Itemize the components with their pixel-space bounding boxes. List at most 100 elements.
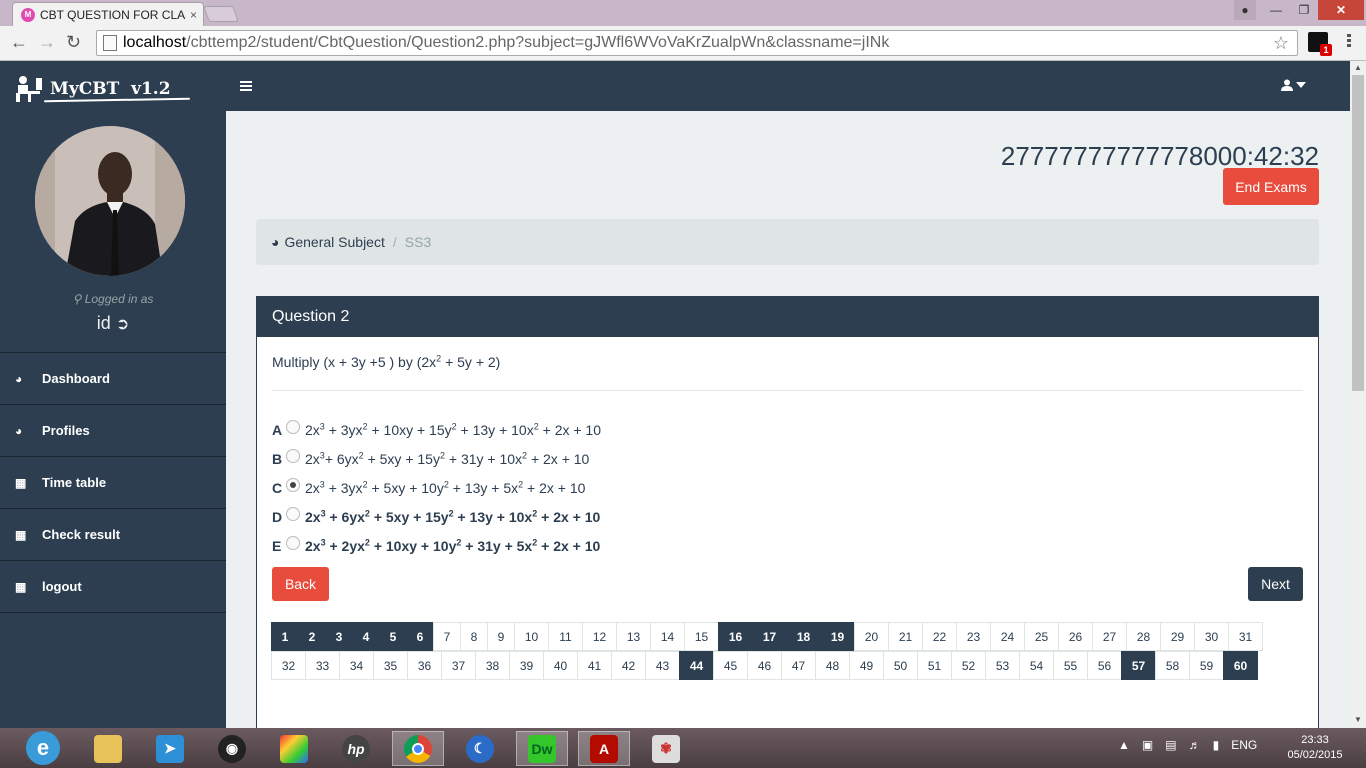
- page-link-5[interactable]: 5: [379, 622, 407, 651]
- sidebar-item-profiles[interactable]: ◕ Profiles: [0, 405, 226, 457]
- sidebar-item-dashboard[interactable]: ◕ Dashboard: [0, 353, 226, 405]
- bookmark-star-icon[interactable]: ☆: [1273, 33, 1289, 54]
- option-d[interactable]: D 2x3 + 6yx2 + 5xy + 15y2 + 13y + 10x2 + …: [272, 502, 601, 531]
- page-link-28[interactable]: 28: [1126, 622, 1161, 651]
- page-link-13[interactable]: 13: [616, 622, 651, 651]
- scroll-up-icon[interactable]: ▲: [1354, 63, 1362, 72]
- option-a[interactable]: A 2x3 + 3yx2 + 10xy + 15y2 + 13y + 10x2 +…: [272, 415, 601, 444]
- taskbar-hp[interactable]: hp: [330, 731, 382, 766]
- end-exams-button[interactable]: End Exams: [1223, 168, 1319, 205]
- page-link-40[interactable]: 40: [543, 651, 578, 680]
- page-link-21[interactable]: 21: [888, 622, 923, 651]
- page-link-7[interactable]: 7: [433, 622, 461, 651]
- page-scrollbar[interactable]: ▲ ▼: [1350, 61, 1366, 728]
- page-link-46[interactable]: 46: [747, 651, 782, 680]
- page-link-18[interactable]: 18: [786, 622, 821, 651]
- page-link-3[interactable]: 3: [325, 622, 353, 651]
- option-radio[interactable]: [286, 535, 300, 550]
- sign-out-icon[interactable]: ➲: [116, 316, 129, 333]
- option-radio[interactable]: [286, 448, 300, 463]
- network-icon[interactable]: ▤: [1165, 738, 1176, 752]
- taskbar-paint[interactable]: ✾: [640, 731, 692, 766]
- page-link-4[interactable]: 4: [352, 622, 380, 651]
- page-link-8[interactable]: 8: [460, 622, 488, 651]
- page-link-20[interactable]: 20: [854, 622, 889, 651]
- page-link-14[interactable]: 14: [650, 622, 685, 651]
- minimize-icon[interactable]: —: [1262, 0, 1290, 20]
- scroll-thumb[interactable]: [1352, 75, 1364, 391]
- forward-arrow-icon[interactable]: →: [38, 32, 56, 53]
- back-button[interactable]: Back: [272, 567, 329, 601]
- breadcrumb-subject[interactable]: General Subject: [284, 234, 384, 250]
- page-link-39[interactable]: 39: [509, 651, 544, 680]
- sidebar-item-time-table[interactable]: ▦ Time table: [0, 457, 226, 509]
- page-link-26[interactable]: 26: [1058, 622, 1093, 651]
- page-link-23[interactable]: 23: [956, 622, 991, 651]
- page-link-1[interactable]: 1: [271, 622, 299, 651]
- tray-expand-icon[interactable]: ▲: [1118, 738, 1130, 752]
- taskbar-dreamweaver[interactable]: Dw: [516, 731, 568, 766]
- page-link-19[interactable]: 19: [820, 622, 855, 651]
- new-tab-button[interactable]: [203, 6, 239, 22]
- page-link-2[interactable]: 2: [298, 622, 326, 651]
- battery-icon[interactable]: ▮: [1213, 738, 1220, 752]
- page-link-9[interactable]: 9: [487, 622, 515, 651]
- page-link-47[interactable]: 47: [781, 651, 816, 680]
- page-link-41[interactable]: 41: [577, 651, 612, 680]
- page-link-27[interactable]: 27: [1092, 622, 1127, 651]
- page-link-22[interactable]: 22: [922, 622, 957, 651]
- page-link-59[interactable]: 59: [1189, 651, 1224, 680]
- taskbar-file-explorer[interactable]: [82, 731, 134, 766]
- taskbar-rocket[interactable]: ➤: [144, 731, 196, 766]
- page-link-37[interactable]: 37: [441, 651, 476, 680]
- system-clock[interactable]: 23:33 05/02/2015: [1280, 733, 1350, 763]
- page-link-31[interactable]: 31: [1228, 622, 1263, 651]
- page-link-25[interactable]: 25: [1024, 622, 1059, 651]
- profile-icon[interactable]: ●: [1234, 0, 1256, 20]
- page-link-38[interactable]: 38: [475, 651, 510, 680]
- maximize-icon[interactable]: ❐: [1290, 0, 1318, 20]
- address-bar[interactable]: localhost/cbttemp2/student/CbtQuestion/Q…: [96, 30, 1298, 56]
- page-link-30[interactable]: 30: [1194, 622, 1229, 651]
- page-link-51[interactable]: 51: [917, 651, 952, 680]
- sidebar-item-logout[interactable]: ▦ logout: [0, 561, 226, 613]
- page-link-52[interactable]: 52: [951, 651, 986, 680]
- back-arrow-icon[interactable]: ←: [10, 32, 28, 53]
- page-link-54[interactable]: 54: [1019, 651, 1054, 680]
- page-link-29[interactable]: 29: [1160, 622, 1195, 651]
- volume-icon[interactable]: ♬: [1189, 738, 1201, 752]
- option-b[interactable]: B 2x3+ 6yx2 + 5xy + 15y2 + 31y + 10x2 + 2…: [272, 444, 601, 473]
- sidebar-toggle-icon[interactable]: [240, 81, 252, 93]
- option-c[interactable]: C 2x3 + 3yx2 + 5xy + 10y2 + 13y + 5x2 + 2…: [272, 473, 601, 502]
- option-radio[interactable]: [286, 506, 300, 521]
- taskbar-media[interactable]: ◉: [206, 731, 258, 766]
- page-link-24[interactable]: 24: [990, 622, 1025, 651]
- page-link-57[interactable]: 57: [1121, 651, 1156, 680]
- page-link-12[interactable]: 12: [582, 622, 617, 651]
- page-link-6[interactable]: 6: [406, 622, 434, 651]
- page-link-32[interactable]: 32: [271, 651, 306, 680]
- browser-tab[interactable]: M CBT QUESTION FOR CLAS ×: [12, 2, 204, 26]
- page-link-15[interactable]: 15: [684, 622, 719, 651]
- page-link-56[interactable]: 56: [1087, 651, 1122, 680]
- page-link-11[interactable]: 11: [548, 622, 583, 651]
- next-button[interactable]: Next: [1248, 567, 1303, 601]
- taskbar-puzzle[interactable]: [268, 731, 320, 766]
- user-menu-dropdown[interactable]: [1281, 79, 1306, 91]
- sidebar-item-check-result[interactable]: ▦ Check result: [0, 509, 226, 561]
- page-link-34[interactable]: 34: [339, 651, 374, 680]
- page-link-16[interactable]: 16: [718, 622, 753, 651]
- option-radio[interactable]: [286, 477, 300, 492]
- page-link-58[interactable]: 58: [1155, 651, 1190, 680]
- taskbar-moon[interactable]: ☾: [454, 731, 506, 766]
- page-link-10[interactable]: 10: [514, 622, 549, 651]
- tray-app-icon[interactable]: ▣: [1142, 738, 1153, 752]
- page-link-17[interactable]: 17: [752, 622, 787, 651]
- page-link-33[interactable]: 33: [305, 651, 340, 680]
- page-link-60[interactable]: 60: [1223, 651, 1258, 680]
- page-link-36[interactable]: 36: [407, 651, 442, 680]
- page-link-44[interactable]: 44: [679, 651, 714, 680]
- page-link-50[interactable]: 50: [883, 651, 918, 680]
- internet-explorer-icon[interactable]: e: [26, 731, 60, 765]
- page-link-49[interactable]: 49: [849, 651, 884, 680]
